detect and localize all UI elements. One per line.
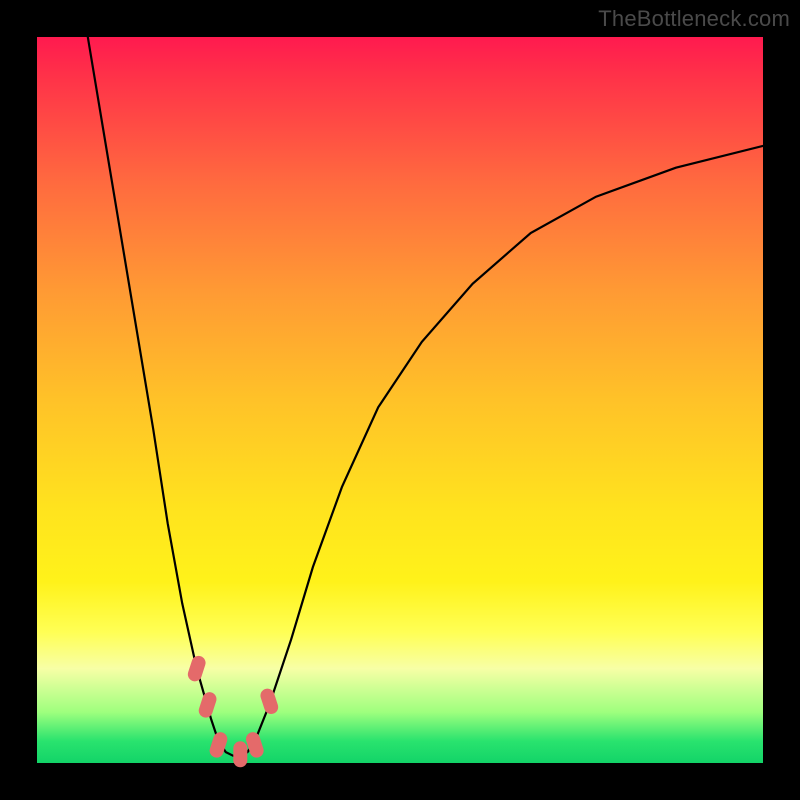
curve-markers: [186, 654, 280, 767]
watermark-text: TheBottleneck.com: [598, 6, 790, 32]
plot-area: [37, 37, 763, 763]
bottleneck-curve: [88, 37, 763, 756]
curve-marker: [186, 654, 207, 683]
curve-marker: [197, 690, 218, 719]
curve-layer: [37, 37, 763, 763]
curve-marker: [244, 730, 265, 759]
curve-marker: [208, 730, 229, 759]
curve-marker: [259, 687, 280, 716]
chart-frame: TheBottleneck.com: [0, 0, 800, 800]
curve-marker: [233, 741, 247, 767]
